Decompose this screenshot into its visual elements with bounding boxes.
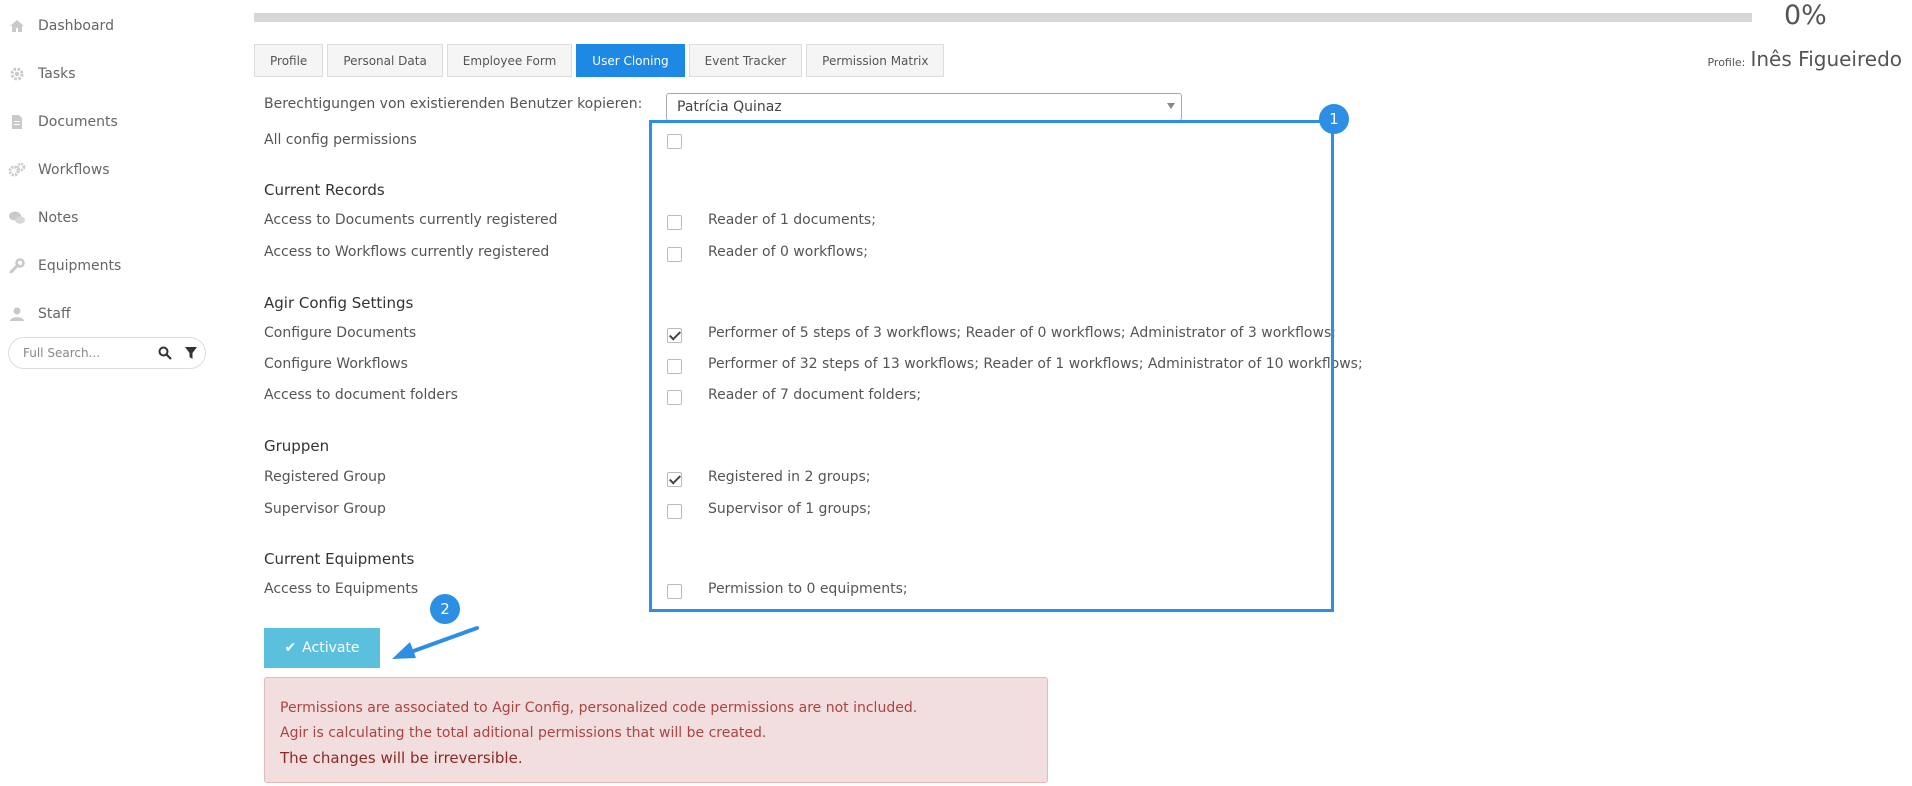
wrench-icon: [8, 257, 26, 275]
sidebar-item-label: Workflows: [38, 162, 110, 178]
alert-line-2: Agir is calculating the total aditional …: [280, 725, 767, 741]
highlight-box: [649, 120, 1334, 612]
sidebar-item-equipments[interactable]: Equipments: [8, 251, 121, 281]
sidebar-item-tasks[interactable]: Tasks: [8, 59, 76, 89]
search-icon[interactable]: [157, 345, 173, 361]
alert-line-1: Permissions are associated to Agir Confi…: [280, 700, 918, 716]
row-label-registered-group: Registered Group: [264, 469, 386, 485]
sidebar-item-label: Tasks: [38, 66, 76, 82]
row-label-supervisor-group: Supervisor Group: [264, 501, 386, 517]
gears-icon: [8, 161, 26, 179]
tab-permission-matrix[interactable]: Permission Matrix: [806, 44, 945, 77]
step-badge-1: 1: [1319, 104, 1349, 134]
copy-user-value: Patrícia Quinaz: [677, 99, 782, 115]
sidebar-item-documents[interactable]: Documents: [8, 107, 118, 137]
chevron-down-icon: [1167, 103, 1175, 109]
profile-name: Inês Figueiredo: [1750, 47, 1902, 71]
search-input[interactable]: [21, 345, 145, 361]
section-current-records: Current Records: [264, 181, 385, 199]
filter-icon[interactable]: [183, 345, 199, 361]
sidebar-item-workflows[interactable]: Workflows: [8, 155, 110, 185]
row-label-doc-folders: Access to document folders: [264, 387, 458, 403]
section-gruppen: Gruppen: [264, 437, 330, 455]
row-label-configure-docs: Configure Documents: [264, 325, 417, 341]
profile-display: Profile: Inês Figueiredo: [1707, 47, 1902, 71]
sidebar-item-label: Equipments: [38, 258, 122, 274]
sidebar-item-dashboard[interactable]: Dashboard: [8, 11, 114, 41]
home-icon: [8, 17, 26, 35]
sidebar-item-notes[interactable]: Notes: [8, 203, 78, 233]
row-label-wf-registered: Access to Workflows currently registered: [264, 244, 550, 260]
user-icon: [8, 305, 26, 323]
tab-bar: Profile Personal Data Employee Form User…: [254, 44, 945, 77]
check-icon: ✔: [284, 640, 297, 656]
search-box: [8, 337, 206, 369]
progress-percent: 0%: [1784, 0, 1827, 31]
row-label-equipments: Access to Equipments: [264, 581, 419, 597]
activate-button[interactable]: ✔ Activate: [264, 628, 380, 668]
sidebar-item-label: Staff: [38, 306, 71, 322]
tab-profile[interactable]: Profile: [254, 44, 324, 77]
activate-label: Activate: [302, 640, 360, 656]
tab-personal-data[interactable]: Personal Data: [327, 44, 443, 77]
sidebar-item-label: Notes: [38, 210, 79, 226]
copy-permissions-label: Berechtigungen von existierenden Benutze…: [264, 96, 643, 112]
chat-bubbles-icon: [8, 209, 26, 227]
row-label-configure-wf: Configure Workflows: [264, 356, 408, 372]
profile-label: Profile:: [1707, 56, 1746, 69]
alert-line-3: The changes will be irreversible.: [280, 749, 523, 767]
tab-event-tracker[interactable]: Event Tracker: [688, 44, 803, 77]
sidebar-item-label: Dashboard: [38, 18, 114, 34]
warning-alert: Permissions are associated to Agir Confi…: [264, 677, 1048, 783]
section-current-equipments: Current Equipments: [264, 550, 415, 568]
tab-user-cloning[interactable]: User Cloning: [576, 44, 685, 77]
gear-icon: [8, 65, 26, 83]
document-icon: [8, 113, 26, 131]
annotation-arrow-icon: [392, 626, 479, 659]
all-config-label: All config permissions: [264, 132, 417, 148]
sidebar-item-staff[interactable]: Staff: [8, 299, 71, 329]
sidebar-item-label: Documents: [38, 114, 118, 130]
progress-bar: [254, 13, 1752, 22]
copy-user-select[interactable]: Patrícia Quinaz: [666, 93, 1182, 121]
row-label-docs-registered: Access to Documents currently registered: [264, 212, 558, 228]
tab-employee-form[interactable]: Employee Form: [446, 44, 573, 77]
section-agir-config: Agir Config Settings: [264, 294, 414, 312]
